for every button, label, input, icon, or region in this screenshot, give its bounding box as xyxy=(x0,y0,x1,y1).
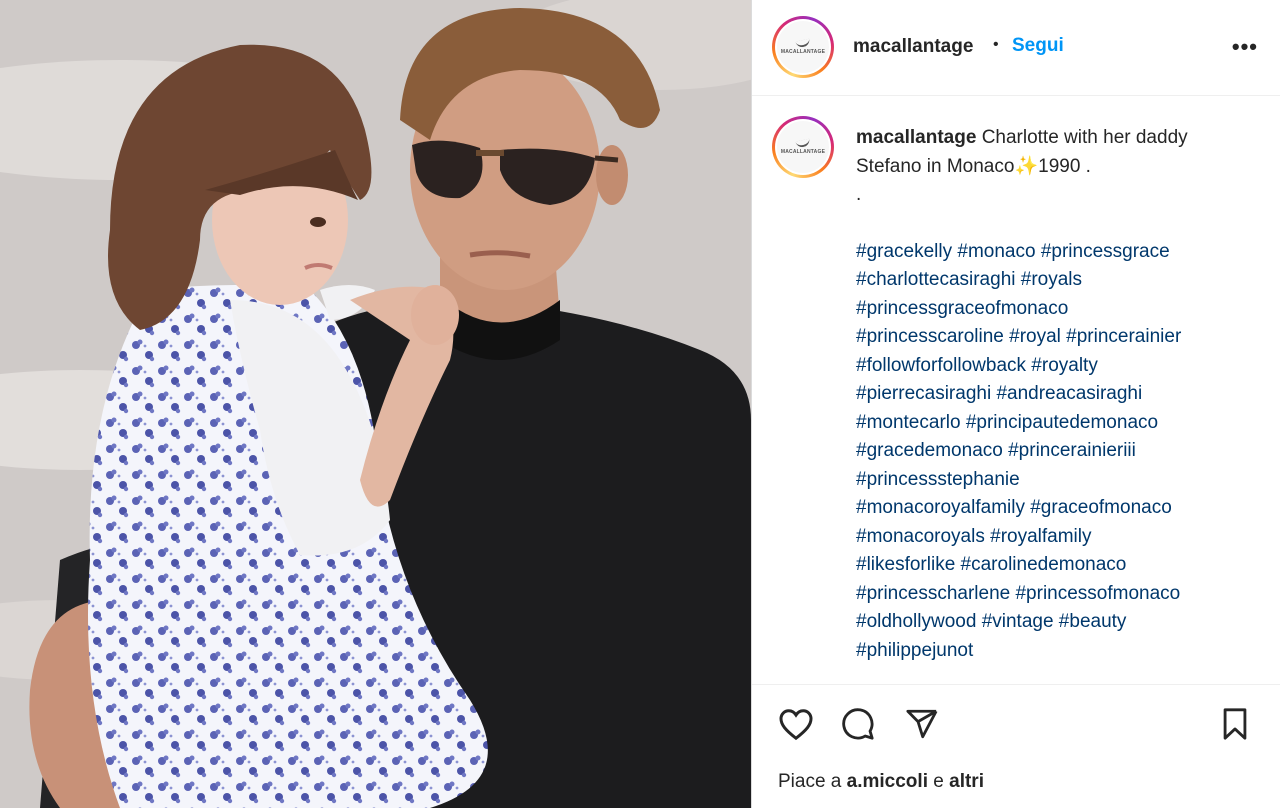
likes-summary: Piace a a.miccoli e altri xyxy=(778,771,984,793)
bookmark-icon[interactable] xyxy=(1218,707,1252,746)
avatar-logo: MACALLANTAGE xyxy=(777,121,829,173)
post-side-panel: MACALLANTAGE macallantage • Segui ••• MA… xyxy=(751,0,1280,808)
hashtag-line[interactable]: #philippejunot xyxy=(856,637,1256,666)
hashtag-line[interactable]: #likesforlike #carolinedemonaco xyxy=(856,551,1256,580)
hashtag-line[interactable]: #princessstephanie xyxy=(856,466,1256,495)
hashtag-line[interactable]: #gracedemonaco #princerainieriii xyxy=(856,437,1256,466)
likes-others[interactable]: altri xyxy=(949,771,984,792)
caption-dot-line: . xyxy=(856,184,862,205)
avatar-ring-inner: MACALLANTAGE xyxy=(775,19,831,75)
logo-swoosh xyxy=(795,38,811,48)
author-avatar[interactable]: MACALLANTAGE xyxy=(772,16,834,78)
post-caption: macallantage Charlotte with her daddy St… xyxy=(856,124,1256,665)
hashtag-line[interactable]: #princesscaroline #royal #princerainier xyxy=(856,323,1256,352)
logo-text: MACALLANTAGE xyxy=(780,48,826,55)
caption-username[interactable]: macallantage xyxy=(856,127,976,148)
hashtag-line[interactable]: #montecarlo #principautedemonaco xyxy=(856,409,1256,438)
likes-middle: e xyxy=(933,771,944,792)
logo-swoosh xyxy=(795,138,811,148)
post-actions: Piace a a.miccoli e altri xyxy=(752,684,1280,808)
author-username[interactable]: macallantage xyxy=(853,36,973,58)
heart-icon[interactable] xyxy=(778,707,814,746)
hashtag-list: #gracekelly #monaco #princessgrace #charl… xyxy=(856,238,1256,666)
hashtag-line[interactable]: #pierrecasiraghi #andreacasiraghi xyxy=(856,380,1256,409)
instagram-post: MACALLANTAGE macallantage • Segui ••• MA… xyxy=(0,0,1280,808)
comment-icon[interactable] xyxy=(840,707,876,746)
hashtag-line[interactable]: #charlottecasiraghi #royals xyxy=(856,266,1256,295)
hashtag-line[interactable]: #monacoroyals #royalfamily xyxy=(856,523,1256,552)
comments-area[interactable]: MACALLANTAGE macallantage Charlotte with… xyxy=(752,96,1280,684)
hashtag-line[interactable]: #oldhollywood #vintage #beauty xyxy=(856,608,1256,637)
avatar-logo: MACALLANTAGE xyxy=(777,21,829,73)
sparkle-emoji: ✨ xyxy=(1014,155,1039,177)
hashtag-line[interactable]: #princesscharlene #princessofmonaco xyxy=(856,580,1256,609)
photo-illustration xyxy=(0,0,751,808)
caption-author-avatar[interactable]: MACALLANTAGE xyxy=(772,116,834,178)
hashtag-line[interactable]: #monacoroyalfamily #graceofmonaco xyxy=(856,494,1256,523)
caption-year: 1990 . xyxy=(1038,155,1091,177)
likes-user[interactable]: a.miccoli xyxy=(847,771,928,792)
hashtag-line[interactable]: #gracekelly #monaco #princessgrace xyxy=(856,238,1256,267)
hashtag-line[interactable]: #princessgraceofmonaco xyxy=(856,295,1256,324)
avatar-ring-inner: MACALLANTAGE xyxy=(775,119,831,175)
post-photo[interactable] xyxy=(0,0,751,808)
logo-text: MACALLANTAGE xyxy=(780,148,826,155)
comments-fade xyxy=(752,674,1280,684)
more-options-icon[interactable]: ••• xyxy=(1232,34,1258,60)
share-icon[interactable] xyxy=(904,707,940,746)
hashtag-line[interactable]: #followforfollowback #royalty xyxy=(856,352,1256,381)
post-header: MACALLANTAGE macallantage • Segui ••• xyxy=(752,0,1280,96)
header-separator: • xyxy=(993,36,999,53)
likes-prefix: Piace a xyxy=(778,771,842,792)
follow-button[interactable]: Segui xyxy=(1012,35,1064,57)
